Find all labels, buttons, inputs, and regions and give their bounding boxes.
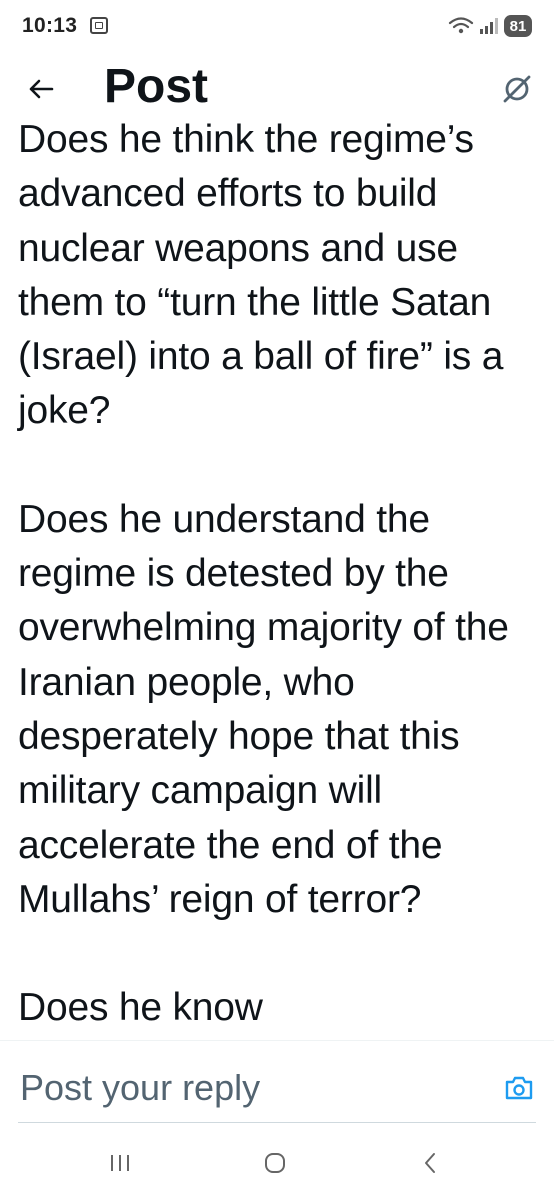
post-paragraph: Does he think the regime’s advanced effo…: [18, 122, 504, 433]
divider: [18, 1122, 536, 1123]
home-icon: [265, 1153, 285, 1173]
back-icon: [425, 1153, 435, 1173]
post-paragraph: Does he know: [18, 986, 263, 1030]
status-time: 10:13: [22, 14, 78, 37]
nav-back-button[interactable]: [410, 1146, 450, 1180]
camera-icon[interactable]: [504, 1075, 534, 1101]
recents-icon: [111, 1155, 129, 1171]
post-content: Does he think the regime’s advanced effo…: [0, 122, 554, 1040]
page-title: Post: [104, 60, 209, 113]
back-button[interactable]: [18, 66, 64, 112]
status-bar: 10:13 81: [0, 0, 554, 52]
grok-button[interactable]: [494, 66, 540, 112]
reply-bar: Post your reply: [0, 1040, 554, 1123]
grok-icon: [503, 75, 531, 103]
top-bar: Post: [0, 52, 554, 122]
recents-button[interactable]: [100, 1146, 140, 1180]
post-text: Does he think the regime’s advanced effo…: [18, 122, 548, 1035]
back-arrow-icon: [29, 79, 54, 99]
system-nav-bar: [0, 1122, 554, 1200]
reply-input[interactable]: Post your reply: [20, 1067, 260, 1109]
battery-icon: 81: [504, 15, 532, 37]
home-button[interactable]: [255, 1146, 295, 1180]
wifi-icon: [448, 17, 474, 34]
post-paragraph: Does he understand the regime is deteste…: [18, 497, 509, 921]
screenshot-icon: [90, 17, 108, 34]
signal-icon: [480, 18, 498, 34]
status-icons: 81: [448, 14, 532, 38]
